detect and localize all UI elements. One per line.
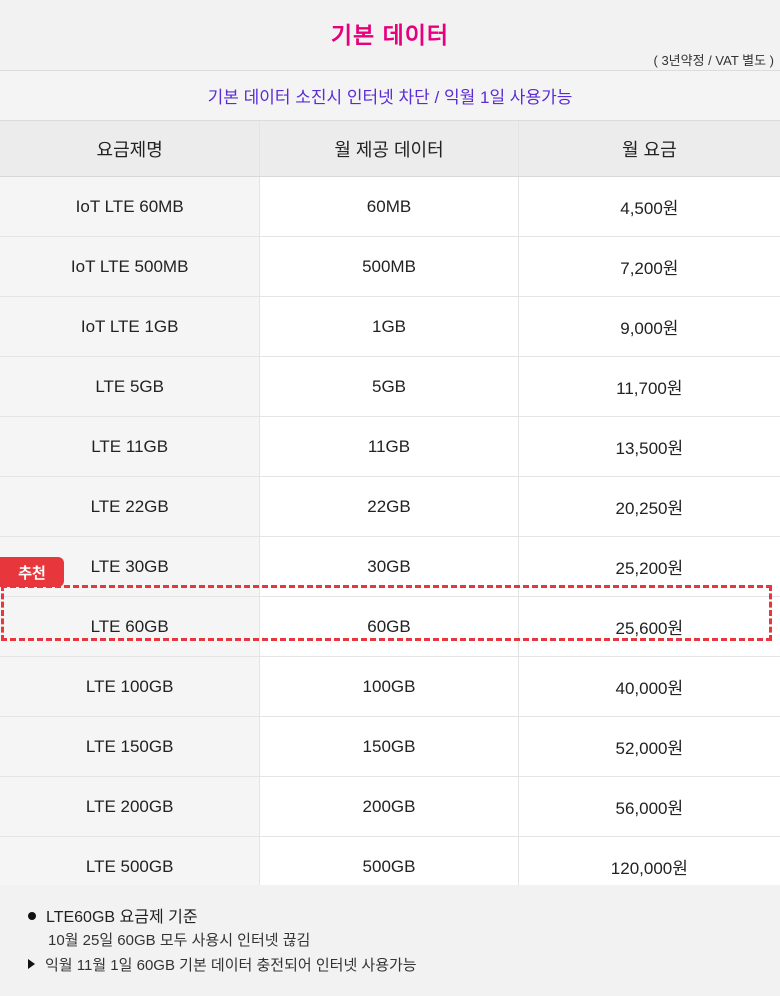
plan-data: 60MB	[260, 177, 519, 236]
table-row: LTE 200GB 200GB 56,000원	[0, 777, 780, 837]
table-row: LTE 150GB 150GB 52,000원	[0, 717, 780, 777]
table-row: IoT LTE 1GB 1GB 9,000원	[0, 297, 780, 357]
plan-data: 5GB	[260, 357, 519, 416]
header-plan-name: 요금제명	[0, 121, 261, 176]
triangle-right-icon	[28, 959, 35, 970]
plan-name: LTE 150GB	[0, 717, 261, 776]
header-monthly-data: 월 제공 데이터	[260, 121, 519, 176]
contract-note: ( 3년약정 / VAT 별도 )	[653, 53, 774, 68]
header-monthly-fee: 월 요금	[518, 121, 780, 176]
plan-name: LTE 5GB	[0, 357, 261, 416]
table-row-recommended: LTE 60GB 60GB 25,600원	[0, 597, 780, 657]
plan-name: LTE 22GB	[0, 477, 261, 536]
table-row: LTE 11GB 11GB 13,500원	[0, 417, 780, 477]
plan-data: 22GB	[260, 477, 519, 536]
title-bar: 기본 데이터 ( 3년약정 / VAT 별도 )	[0, 0, 780, 71]
footer-line-basis: LTE60GB 요금제 기준	[28, 903, 198, 927]
table-row: LTE 100GB 100GB 40,000원	[0, 657, 780, 717]
plan-data: 11GB	[260, 417, 519, 476]
subtitle-bar: 기본 데이터 소진시 인터넷 차단 / 익월 1일 사용가능	[0, 71, 780, 121]
footer-recharge-text: 익월 11월 1일 60GB 기본 데이터 충전되어 인터넷 사용가능	[45, 957, 417, 974]
table-header-row: 요금제명 월 제공 데이터 월 요금	[0, 121, 780, 177]
bullet-icon	[28, 911, 36, 920]
plan-data: 150GB	[260, 717, 519, 776]
plan-data: 100GB	[260, 657, 519, 716]
table-row: LTE 30GB 30GB 25,200원	[0, 537, 780, 597]
table-row: IoT LTE 500MB 500MB 7,200원	[0, 237, 780, 297]
plan-fee: 13,500원	[615, 439, 684, 458]
plan-fee: 20,250원	[615, 499, 684, 518]
plan-name: IoT LTE 1GB	[0, 297, 261, 356]
plan-fee: 7,200원	[620, 259, 679, 278]
plan-name: LTE 200GB	[0, 777, 261, 836]
table-row: LTE 22GB 22GB 20,250원	[0, 477, 780, 537]
plan-name: IoT LTE 500MB	[0, 237, 261, 296]
plan-fee: 56,000원	[615, 799, 684, 818]
plan-fee: 25,200원	[615, 559, 684, 578]
footer-line-recharge: 익월 11월 1일 60GB 기본 데이터 충전되어 인터넷 사용가능	[28, 954, 417, 975]
plan-name: LTE 11GB	[0, 417, 261, 476]
table-row: IoT LTE 60MB 60MB 4,500원	[0, 177, 780, 237]
footer-basis-text: LTE60GB 요금제 기준	[46, 909, 198, 926]
plan-name: IoT LTE 60MB	[0, 177, 261, 236]
plan-data: 500MB	[260, 237, 519, 296]
page-title: 기본 데이터	[330, 22, 450, 48]
plan-table: 요금제명 월 제공 데이터 월 요금 IoT LTE 60MB 60MB 4,5…	[0, 121, 780, 897]
plan-data: 200GB	[260, 777, 519, 836]
plan-page: 기본 데이터 ( 3년약정 / VAT 별도 ) 기본 데이터 소진시 인터넷 …	[0, 0, 780, 996]
table-row: LTE 5GB 5GB 11,700원	[0, 357, 780, 417]
plan-fee: 9,000원	[620, 319, 679, 338]
subtitle: 기본 데이터 소진시 인터넷 차단 / 익월 1일 사용가능	[207, 88, 573, 107]
plan-fee: 52,000원	[615, 739, 684, 758]
plan-data: 60GB	[260, 597, 519, 656]
footer-notes: LTE60GB 요금제 기준 10월 25일 60GB 모두 사용시 인터넷 끊…	[0, 885, 780, 996]
footer-line-cutoff: 10월 25일 60GB 모두 사용시 인터넷 끊김	[48, 932, 311, 949]
plan-data: 1GB	[260, 297, 519, 356]
plan-fee: 4,500원	[620, 199, 679, 218]
recommend-badge: 추천	[0, 557, 64, 587]
plan-fee: 25,600원	[615, 619, 684, 638]
plan-name: LTE 100GB	[0, 657, 261, 716]
plan-name: LTE 60GB	[0, 597, 261, 656]
plan-data: 30GB	[260, 537, 519, 596]
plan-fee: 11,700원	[616, 379, 683, 398]
plan-fee: 40,000원	[615, 679, 684, 698]
